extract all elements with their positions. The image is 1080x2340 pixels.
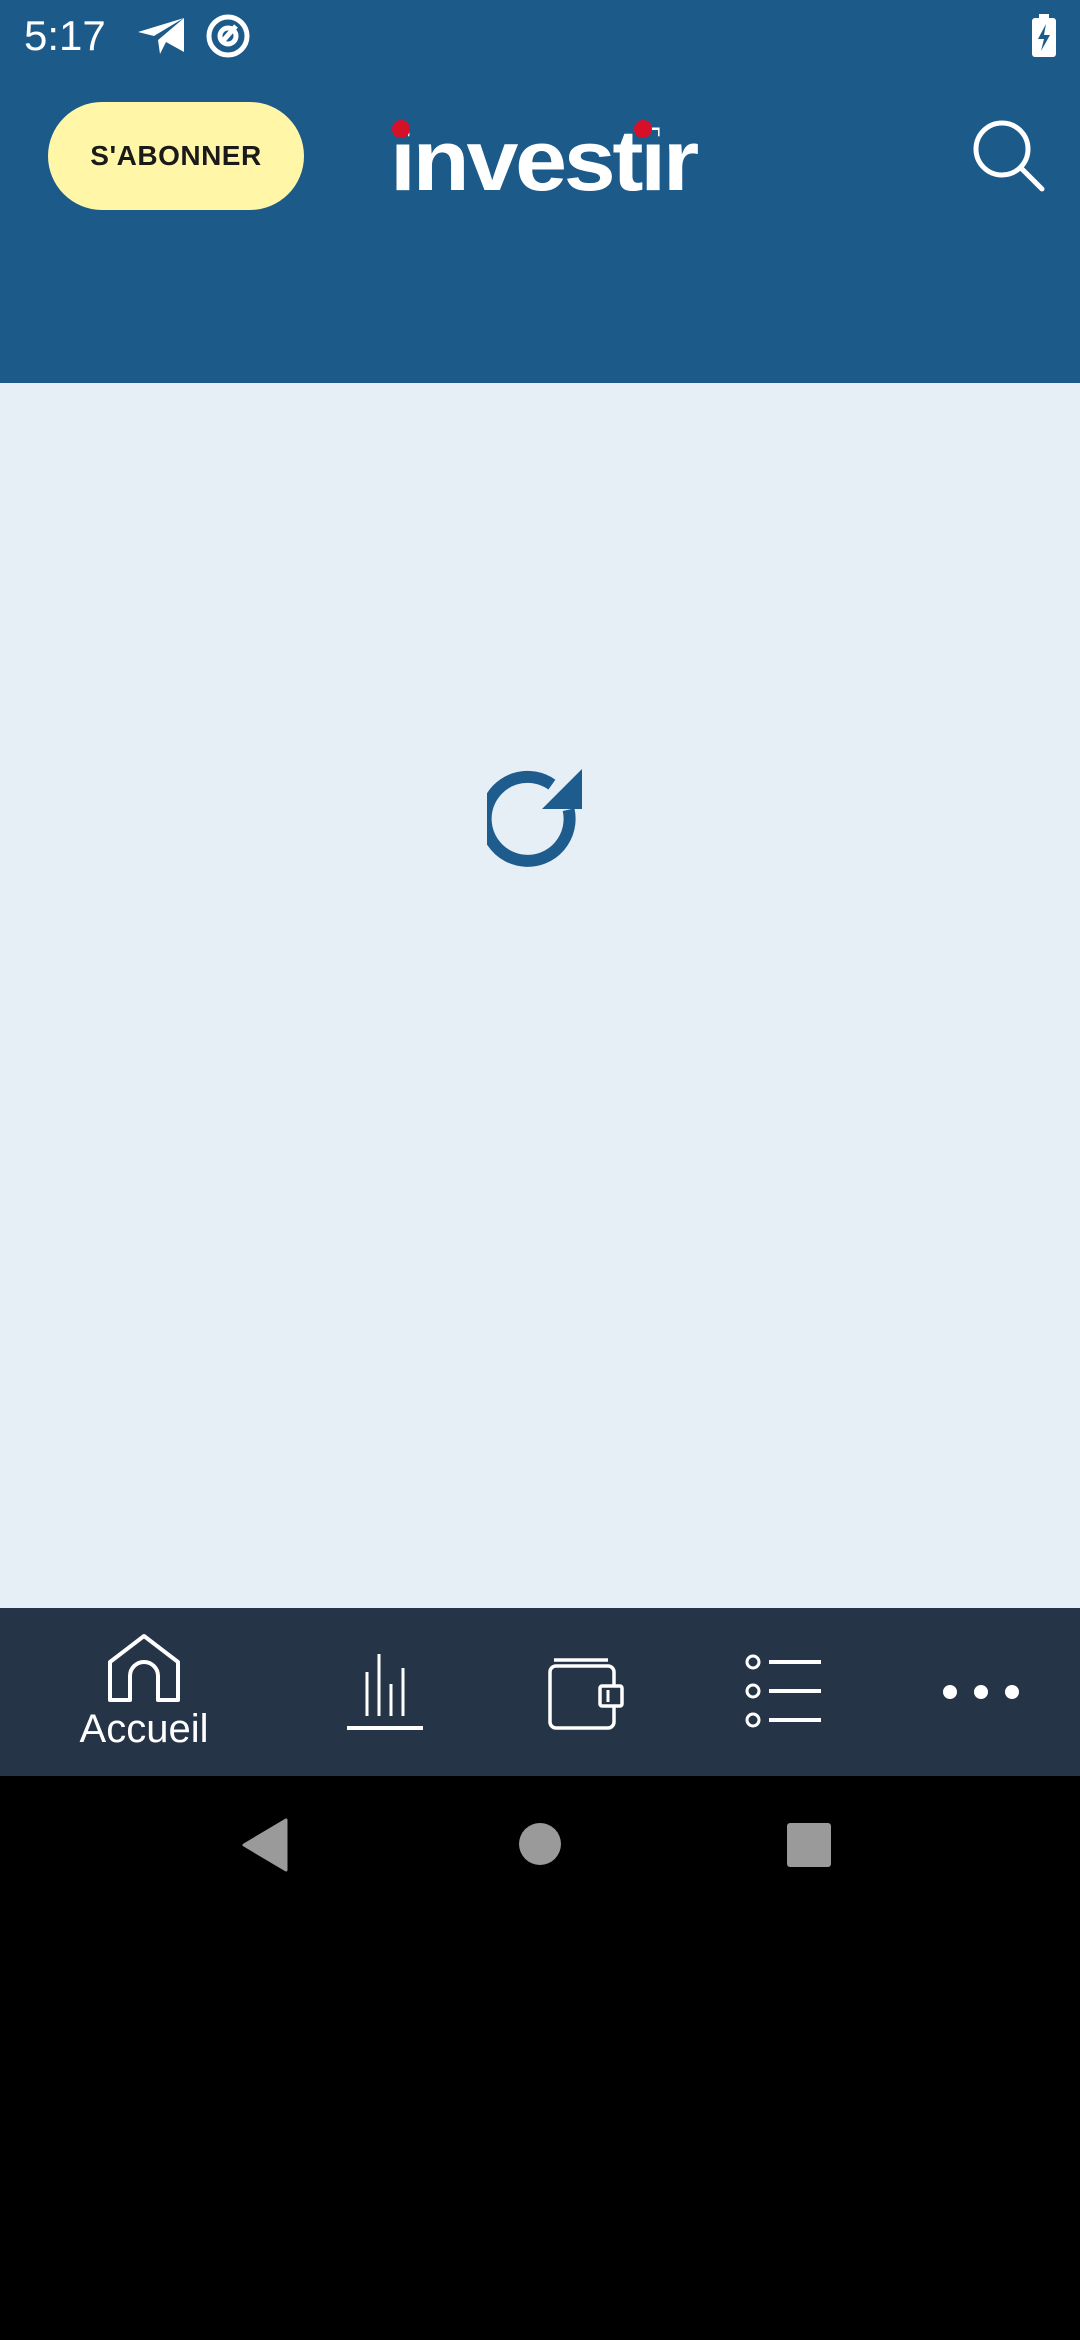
recents-icon[interactable] [786, 1822, 832, 1868]
system-nav-bar [0, 1776, 1080, 1920]
nav-item-home[interactable]: Accueil [64, 1608, 224, 1776]
bottom-nav: Accueil [0, 1608, 1080, 1776]
battery-charging-icon [1032, 14, 1056, 57]
nav-label-home: Accueil [79, 1707, 209, 1751]
nav-item-more[interactable] [926, 1608, 1036, 1776]
subscribe-button[interactable]: S'ABONNER [48, 102, 304, 210]
refresh-icon[interactable] [487, 763, 593, 869]
status-time: 5:17 [24, 12, 106, 59]
nav-item-markets[interactable] [330, 1608, 440, 1776]
logo-text: investir [390, 113, 699, 200]
home-icon [108, 1634, 180, 1702]
app-header: 5:17 S'ABONNER investir [0, 0, 1080, 383]
wallet-icon [548, 1658, 624, 1730]
subscribe-label: S'ABONNER [90, 140, 262, 171]
nav-item-lists[interactable] [728, 1608, 838, 1776]
status-bar: 5:17 [0, 0, 1080, 72]
content-area [0, 383, 1080, 1608]
list-icon [745, 1654, 821, 1728]
search-icon[interactable] [968, 115, 1048, 195]
home-circle-icon[interactable] [518, 1822, 562, 1866]
nav-item-portfolio[interactable] [530, 1608, 640, 1776]
more-dots-icon [943, 1685, 1019, 1699]
back-icon[interactable] [240, 1818, 290, 1872]
paper-plane-icon [138, 18, 184, 54]
bar-chart-icon [347, 1654, 423, 1730]
at-sign-icon [206, 14, 250, 58]
investir-logo[interactable]: investir [390, 110, 710, 200]
